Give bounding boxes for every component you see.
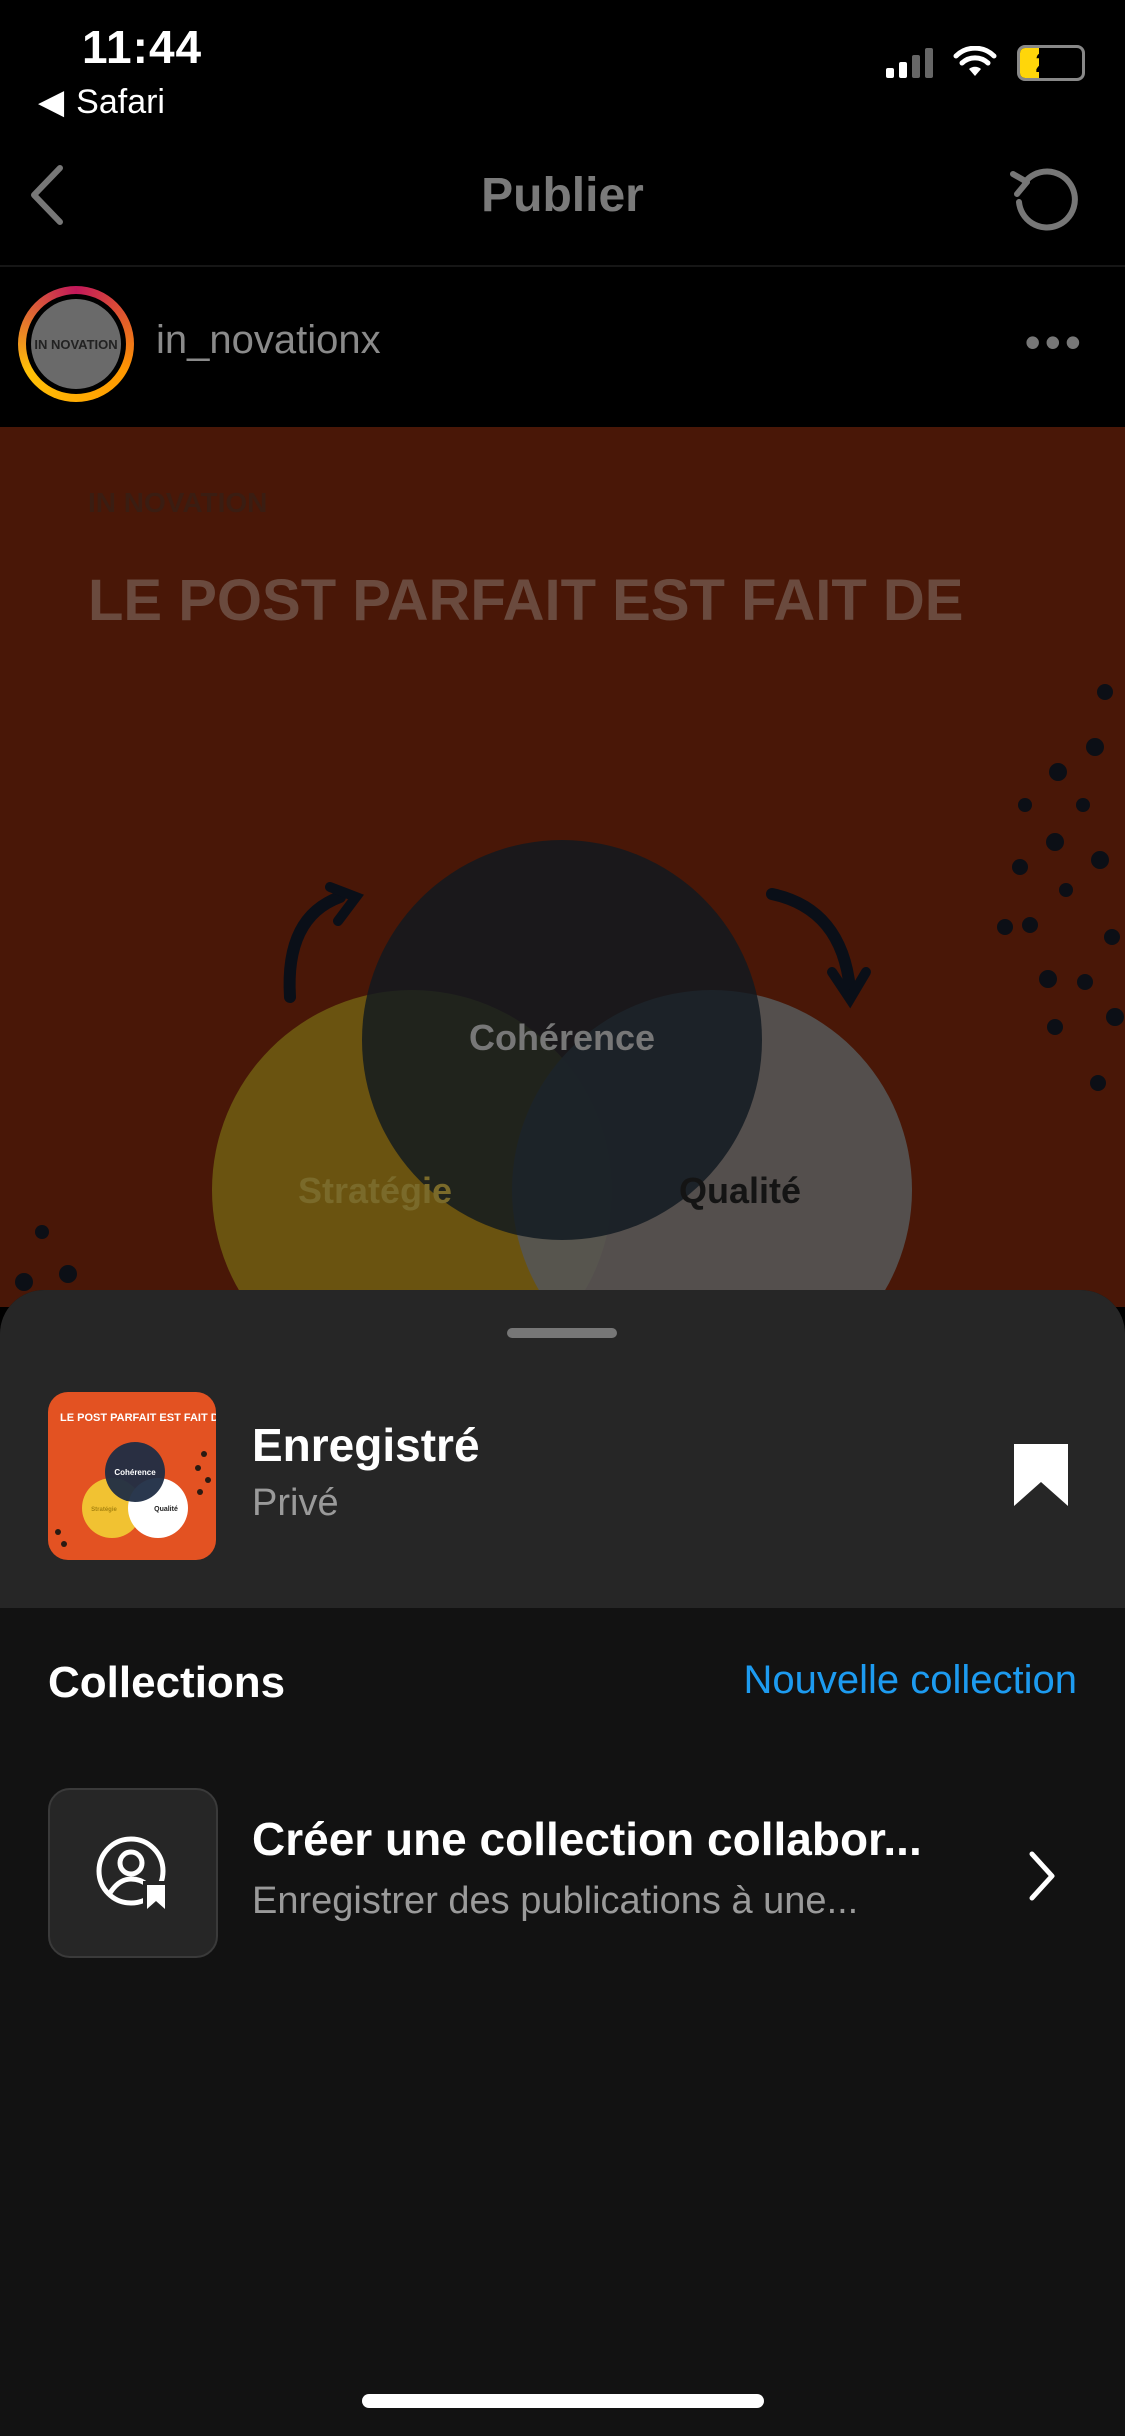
battery-level: 26 xyxy=(1035,47,1067,78)
venn-label-qualite: Qualité xyxy=(679,1170,801,1211)
saved-privacy: Privé xyxy=(252,1482,339,1524)
more-options-icon[interactable]: ••• xyxy=(1025,315,1085,369)
collab-user-bookmark-icon xyxy=(96,1836,169,1911)
venn-label-coherence: Cohérence xyxy=(469,1017,655,1058)
status-indicators: 26 xyxy=(886,45,1085,81)
cellular-signal-icon xyxy=(886,48,933,78)
dot-pattern-right xyxy=(997,684,1124,1091)
saved-thumbnail: LE POST PARFAIT EST FAIT DE Cohérence St… xyxy=(48,1392,216,1560)
back-to-safari[interactable]: ◀ Safari xyxy=(38,82,165,122)
collab-collection-icon-box[interactable] xyxy=(48,1788,218,1958)
bookmark-filled-icon[interactable] xyxy=(1012,1442,1070,1508)
venn-diagram: Cohérence Stratégie Qualité xyxy=(15,684,1124,1307)
wifi-icon xyxy=(953,46,997,76)
post-username[interactable]: in_novationx xyxy=(156,318,381,363)
post-image[interactable]: IN NOVATION LE POST PARFAIT EST FAIT DE … xyxy=(0,427,1125,1307)
svg-text:Qualité: Qualité xyxy=(154,1506,178,1513)
svg-text:Cohérence: Cohérence xyxy=(114,1468,156,1477)
status-time: 11:44 xyxy=(82,21,203,73)
svg-text:Stratégie: Stratégie xyxy=(91,1507,117,1513)
save-bottom-sheet: LE POST PARFAIT EST FAIT DE Cohérence St… xyxy=(0,1290,1125,2436)
page-title: Publier xyxy=(481,169,644,222)
dot-pattern-left xyxy=(15,1225,77,1291)
new-collection-link[interactable]: Nouvelle collection xyxy=(743,1658,1077,1703)
battery-icon: 26 xyxy=(1017,45,1085,81)
collections-heading: Collections xyxy=(48,1658,286,1707)
collab-collection-title[interactable]: Créer une collection collabor... xyxy=(252,1812,922,1866)
sheet-grabber[interactable] xyxy=(507,1328,617,1338)
saved-title: Enregistré xyxy=(252,1419,480,1471)
home-indicator[interactable] xyxy=(362,2394,764,2408)
collab-collection-subtitle: Enregistrer des publications à une... xyxy=(252,1880,859,1922)
nav-divider xyxy=(0,265,1125,267)
left-curved-arrow xyxy=(283,891,346,1003)
refresh-icon[interactable] xyxy=(1005,160,1085,235)
avatar[interactable]: IN NOVATION xyxy=(18,286,134,402)
back-app-label: Safari xyxy=(76,82,165,121)
avatar-image: IN NOVATION xyxy=(31,299,121,389)
back-triangle-icon: ◀ xyxy=(38,83,65,121)
chevron-right-icon[interactable] xyxy=(1022,1846,1062,1906)
thumbnail-venn: Cohérence Stratégie Qualité xyxy=(55,1442,211,1547)
venn-label-strategie: Stratégie xyxy=(298,1170,452,1211)
